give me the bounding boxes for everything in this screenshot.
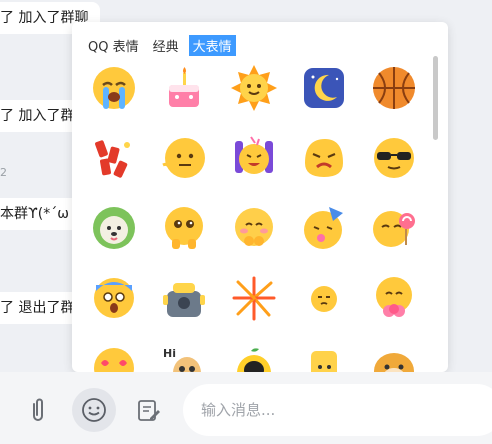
svg-text:Hi: Hi [163,347,176,360]
neutral-face-icon [162,138,205,178]
scared-face-icon [94,278,134,318]
chat-message: 本群ϒ(*´ω [0,198,81,230]
lollipop-face-icon [373,211,415,247]
sun-icon [231,65,277,111]
emoji-pouting-face[interactable] [294,268,354,328]
emoji-scrollbar[interactable] [433,56,438,140]
note-button[interactable] [134,396,162,424]
cake-icon [169,67,199,107]
moon-icon [304,68,344,108]
emoji-tabs: QQ 表情 经典 大表情 [84,35,236,56]
emoji-sun-face[interactable] [224,58,284,118]
emoji-cabbage-dog[interactable] [84,198,144,258]
emoji-scared-face[interactable] [84,268,144,328]
message-text: 本群ϒ(*´ω [0,206,69,222]
pleading-face-icon [165,207,203,249]
emoji-crying-face[interactable] [84,58,144,118]
robot-pot-icon [163,283,205,317]
emoji-firecrackers[interactable] [84,128,144,188]
emoji-panel: QQ 表情 经典 大表情 Hi [72,22,448,372]
emoji-fireworks[interactable] [224,268,284,328]
party-horn-face-icon [304,207,343,249]
emoji-cool-sunglasses-face[interactable] [364,128,424,188]
pouting-face-icon [311,286,337,312]
message-input[interactable]: 输入消息... [183,384,492,436]
emoji-neutral-face[interactable] [154,128,214,188]
emoji-robot-pot[interactable] [154,268,214,328]
emoji-party-horn-face[interactable] [294,198,354,258]
smiley-icon [82,398,106,422]
attach-button[interactable] [26,396,50,424]
sad-face-icon [305,139,343,177]
emoji-basketball[interactable] [364,58,424,118]
emoji-dog-face[interactable] [364,338,424,372]
timestamp: 2 [0,166,7,179]
cabbage-dog-icon [93,207,135,249]
emoji-tofu-character[interactable] [294,338,354,372]
emoji-moon-night[interactable] [294,58,354,118]
basketball-icon [373,67,415,109]
emoji-grid: Hi [84,58,424,372]
emoji-pleading-face[interactable] [154,198,214,258]
emoji-sad-face[interactable] [294,128,354,188]
crying-face-icon [93,67,135,109]
heart-eyes-face-icon [94,348,134,372]
tab-qq-emoji[interactable]: QQ 表情 [84,35,143,56]
flower-face-icon [376,277,412,317]
emoji-button[interactable] [72,388,116,432]
tofu-character-icon [311,351,337,372]
paperclip-icon [33,398,43,421]
emoji-penguin-mango[interactable] [224,338,284,372]
emoji-birthday-cake[interactable] [154,58,214,118]
emoji-hi-character[interactable]: Hi [154,338,214,372]
tab-big-emoji[interactable]: 大表情 [188,35,236,56]
emoji-heart-eyes-face[interactable] [84,338,144,372]
hi-character-icon: Hi [163,347,201,372]
emoji-lollipop-face[interactable] [364,198,424,258]
edit-note-icon [138,400,160,421]
composer-bar: 输入消息... [0,372,492,444]
party-face-icon [235,136,273,174]
emoji-flower-face[interactable] [364,268,424,328]
dog-face-icon [374,353,414,372]
firecrackers-icon [95,140,130,178]
penguin-mango-icon [237,348,271,372]
fireworks-icon [232,276,276,321]
emoji-party-popper-face[interactable] [224,128,284,188]
tab-classic[interactable]: 经典 [149,35,183,56]
sunglasses-face-icon [374,138,414,178]
emoji-shy-face[interactable] [224,198,284,258]
shy-face-icon [235,208,273,246]
